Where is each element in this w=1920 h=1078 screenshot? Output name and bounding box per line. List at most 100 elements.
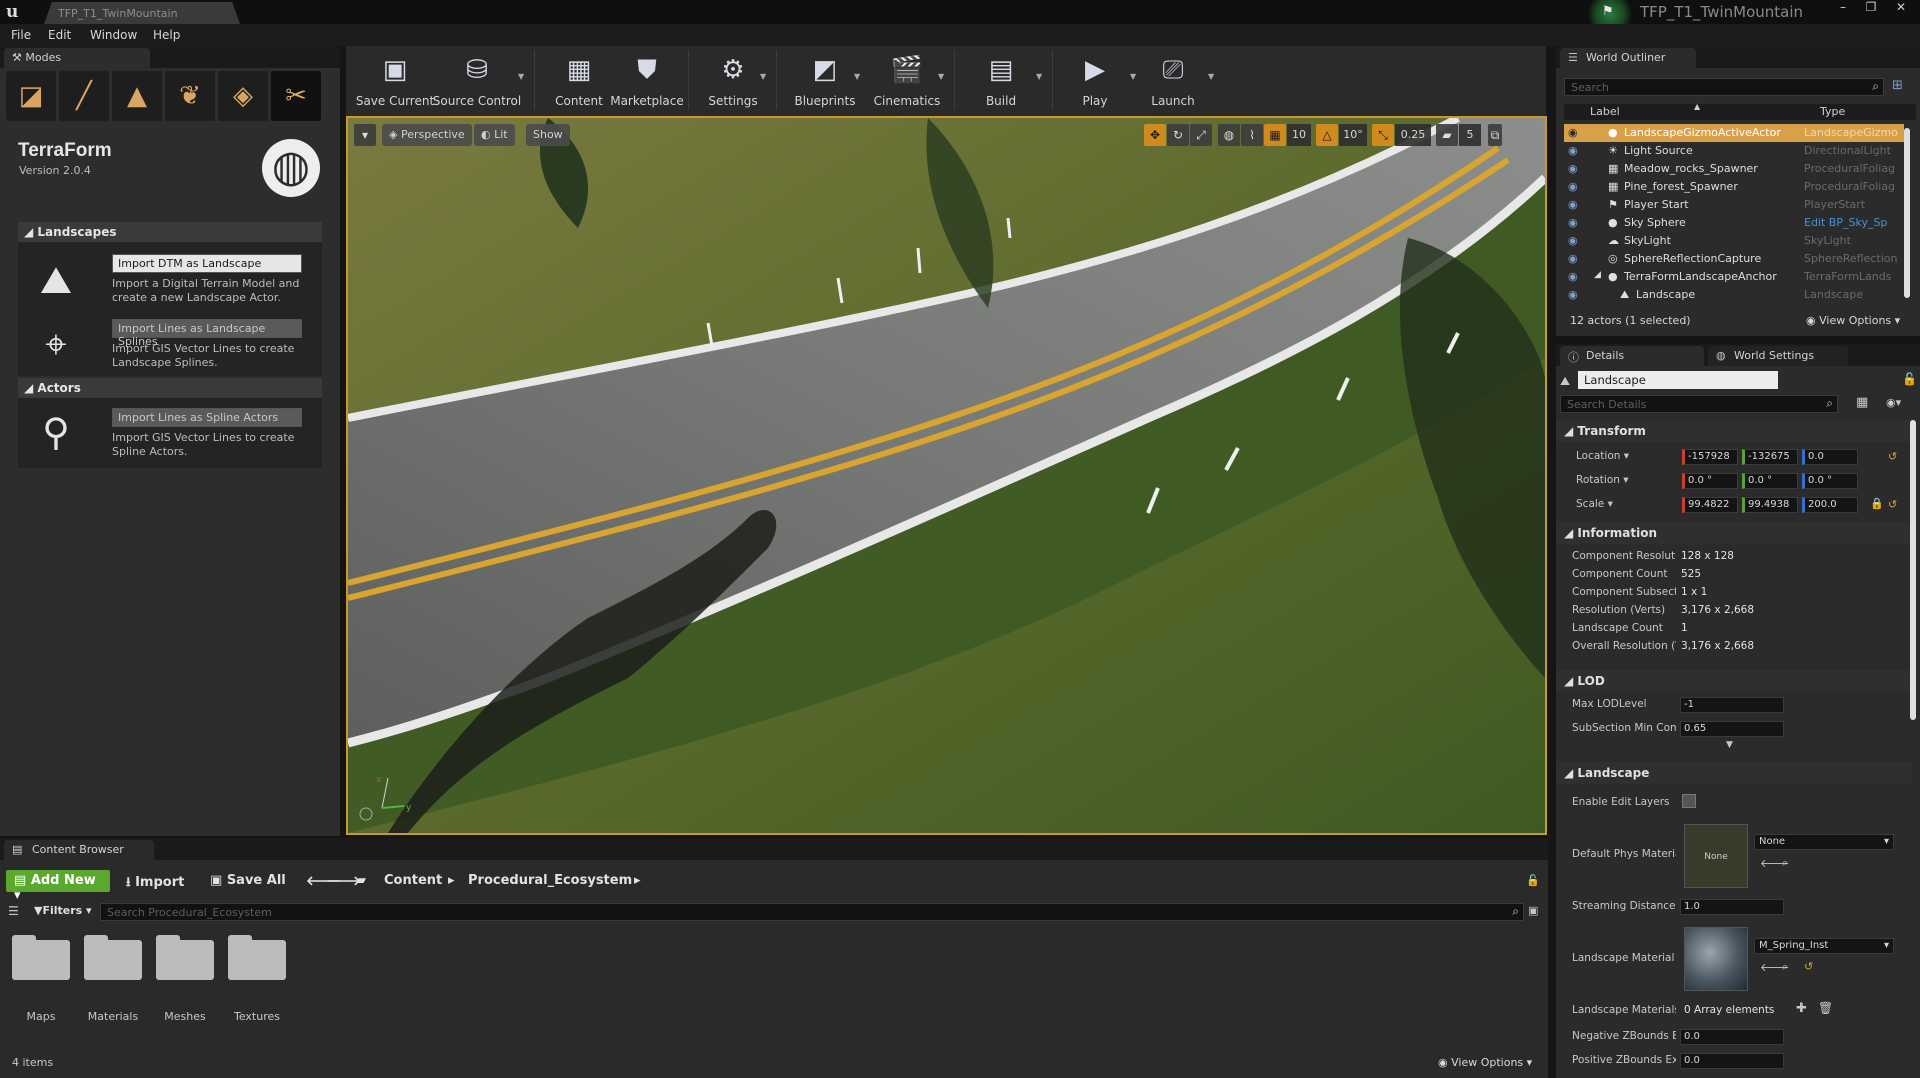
- filters-dropdown[interactable]: ▼Filters ▾: [34, 904, 92, 917]
- build-button[interactable]: ▤ Build: [956, 52, 1046, 112]
- location-x-field[interactable]: -157928: [1682, 449, 1738, 465]
- view-eye-icon[interactable]: ◉▾: [1886, 396, 1901, 409]
- blueprints-dropdown-icon[interactable]: ▼: [854, 72, 860, 81]
- outliner-scrollbar[interactable]: [1904, 128, 1910, 298]
- scale-snap-icon[interactable]: ⤡: [1372, 124, 1394, 146]
- surface-snap-icon[interactable]: ⌇: [1241, 124, 1263, 146]
- location-y-field[interactable]: -132675: [1742, 449, 1798, 465]
- transform-section-header[interactable]: ◢ Transform: [1556, 420, 1912, 442]
- grid-snap-value[interactable]: 10: [1287, 124, 1311, 146]
- landscape-material-thumbnail[interactable]: [1684, 927, 1748, 991]
- camera-speed-icon[interactable]: ▰: [1436, 124, 1458, 146]
- source-control-button[interactable]: ⛁ Source Control: [432, 52, 522, 112]
- folder-textures-icon[interactable]: [228, 935, 286, 980]
- outliner-row[interactable]: ◉ ◢ ● TerraFormLandscapeAnchor TerraForm…: [1564, 268, 1904, 286]
- blueprints-button[interactable]: ◩ Blueprints: [780, 52, 870, 112]
- rotation-label[interactable]: Rotation ▾: [1576, 474, 1629, 486]
- translate-mode-icon[interactable]: ✥: [1144, 124, 1166, 146]
- outliner-row[interactable]: ◉ ◎ SphereReflectionCapture SphereReflec…: [1564, 250, 1904, 268]
- lock-icon[interactable]: 🔓: [1526, 874, 1540, 887]
- rotation-snap-icon[interactable]: △: [1316, 124, 1338, 146]
- visibility-eye-icon[interactable]: ◉: [1568, 180, 1578, 193]
- details-search-input[interactable]: Search Details ⌕: [1560, 395, 1838, 413]
- landscape-material-dropdown[interactable]: M_Spring_Inst ▾: [1754, 938, 1894, 954]
- rotation-snap-value[interactable]: 10°: [1339, 124, 1367, 146]
- world-outliner-tab[interactable]: ☰ World Outliner: [1560, 48, 1696, 68]
- folder-label[interactable]: Textures: [221, 1010, 293, 1023]
- path-content[interactable]: Content: [384, 873, 442, 888]
- landscapes-section-header[interactable]: ◢ Landscapes: [18, 222, 322, 242]
- perspective-button[interactable]: ◈ Perspective: [382, 124, 472, 146]
- maximize-viewport-icon[interactable]: ⧉: [1488, 124, 1502, 146]
- play-button[interactable]: ▶ Play: [1050, 52, 1140, 112]
- folder-path-icon[interactable]: ▰: [356, 873, 366, 888]
- lit-button[interactable]: ◐ Lit: [474, 124, 515, 146]
- settings-button[interactable]: ⚙ Settings: [688, 52, 778, 112]
- world-local-icon[interactable]: ◍: [1218, 124, 1240, 146]
- viewport-scene[interactable]: y x: [348, 118, 1545, 833]
- launch-dropdown-icon[interactable]: ▼: [1208, 72, 1214, 81]
- visibility-eye-icon[interactable]: ◉: [1568, 162, 1578, 175]
- folder-label[interactable]: Maps: [5, 1010, 77, 1023]
- cinematics-dropdown-icon[interactable]: ▼: [938, 72, 944, 81]
- source-control-dropdown-icon[interactable]: ▼: [518, 72, 524, 81]
- outliner-row[interactable]: ◉ ● LandscapeGizmoActiveActor LandscapeG…: [1564, 124, 1904, 142]
- maximize-button[interactable]: ❐: [1858, 0, 1884, 16]
- content-search-input[interactable]: Search Procedural_Ecosystem ⌕: [100, 903, 1524, 921]
- menu-edit[interactable]: Edit: [48, 28, 71, 42]
- outliner-search-input[interactable]: Search ⌕: [1564, 78, 1884, 96]
- foliage-mode-icon[interactable]: ❦: [165, 71, 215, 121]
- folder-materials-icon[interactable]: [84, 935, 142, 980]
- scale-snap-value[interactable]: 0.25: [1395, 124, 1431, 146]
- outliner-row[interactable]: ◉ ⛰ Landscape Landscape: [1564, 286, 1904, 304]
- close-button[interactable]: ✕: [1888, 0, 1914, 16]
- import-button[interactable]: ⭳ Import: [126, 873, 184, 895]
- level-viewport[interactable]: y x ▾ ◈ Perspective ◐ Lit Show ✥ ↻ ⤢ ◍ ⌇…: [346, 116, 1547, 835]
- terraform-mode-icon[interactable]: ✂: [271, 71, 321, 121]
- world-settings-tab[interactable]: ◍ World Settings: [1708, 346, 1848, 366]
- neg-zbounds-field[interactable]: 0.0: [1680, 1029, 1784, 1045]
- grid-snap-icon[interactable]: ▦: [1264, 124, 1286, 146]
- landscape-section-header[interactable]: ◢ Landscape: [1556, 762, 1912, 784]
- minimize-button[interactable]: –: [1830, 0, 1856, 16]
- viewport-options-dropdown-icon[interactable]: ▾: [354, 124, 376, 146]
- save-current-button[interactable]: ▣ Save Current: [350, 52, 440, 112]
- location-label[interactable]: Location ▾: [1576, 450, 1629, 462]
- level-tab[interactable]: TFP_T1_TwinMountain: [44, 2, 240, 24]
- paint-mode-icon[interactable]: ╱: [59, 71, 109, 121]
- visibility-eye-icon[interactable]: ◉: [1568, 270, 1578, 283]
- scale-lock-icon[interactable]: 🔒: [1870, 497, 1884, 510]
- streaming-distance-field[interactable]: 1.0: [1680, 899, 1784, 915]
- reset-scale-icon[interactable]: ↺: [1888, 498, 1897, 511]
- information-section-header[interactable]: ◢ Information: [1556, 522, 1912, 544]
- visibility-eye-icon[interactable]: ◉: [1568, 252, 1578, 265]
- reset-material-icon[interactable]: ↺: [1804, 960, 1813, 973]
- max-lod-field[interactable]: -1: [1680, 697, 1784, 713]
- expand-arrow-icon[interactable]: ◢: [1594, 270, 1601, 280]
- outliner-row[interactable]: ◉ ⚑ Player Start PlayerStart: [1564, 196, 1904, 214]
- path-procedural-ecosystem[interactable]: Procedural_Ecosystem: [468, 873, 632, 888]
- browse-icon[interactable]: ⌕: [1782, 856, 1788, 870]
- visibility-eye-icon[interactable]: ◉: [1568, 126, 1578, 139]
- create-folder-icon[interactable]: ⊞: [1892, 78, 1903, 93]
- type-column-header[interactable]: Type: [1820, 105, 1845, 118]
- outliner-row[interactable]: ◉ ▦ Meadow_rocks_Spawner ProceduralFolia…: [1564, 160, 1904, 178]
- visibility-eye-icon[interactable]: ◉: [1568, 216, 1578, 229]
- lock-icon[interactable]: 🔓: [1902, 372, 1917, 386]
- advanced-expand-icon[interactable]: ▼: [1726, 740, 1733, 750]
- modes-tab[interactable]: ⚒ Modes: [4, 48, 150, 68]
- phys-material-dropdown[interactable]: None ▾: [1754, 834, 1894, 850]
- rotate-mode-icon[interactable]: ↻: [1167, 124, 1189, 146]
- content-browser-tab[interactable]: ▤ Content Browser: [4, 840, 154, 860]
- save-all-button[interactable]: ▣ Save All: [210, 873, 286, 888]
- launch-button[interactable]: ⎚ Launch: [1128, 52, 1218, 112]
- browse-icon[interactable]: ⌕: [1782, 960, 1788, 974]
- landscape-mode-icon[interactable]: ▲: [112, 71, 162, 121]
- geometry-mode-icon[interactable]: ◈: [218, 71, 268, 121]
- build-dropdown-icon[interactable]: ▼: [1036, 72, 1042, 81]
- scale-z-field[interactable]: 200.0: [1802, 497, 1858, 513]
- outliner-row[interactable]: ◉ ☁ SkyLight SkyLight: [1564, 232, 1904, 250]
- subsection-min-field[interactable]: 0.65: [1680, 721, 1784, 737]
- sources-toggle-icon[interactable]: ☰: [8, 904, 19, 918]
- outliner-row[interactable]: ◉ ☀ Light Source DirectionalLight: [1564, 142, 1904, 160]
